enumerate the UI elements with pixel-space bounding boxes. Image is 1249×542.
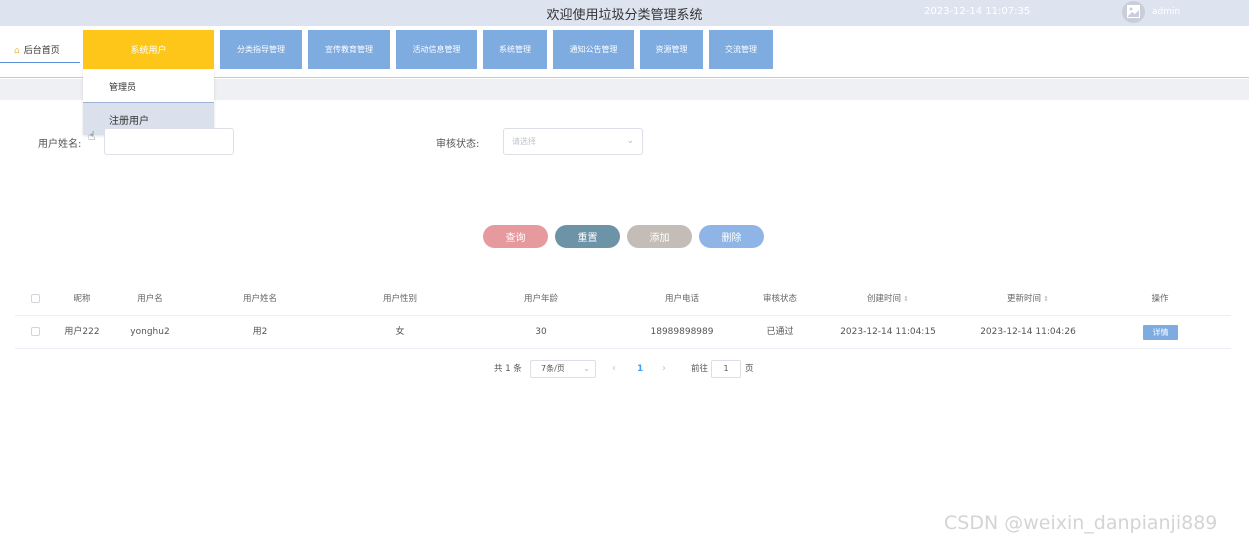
system-users-dropdown: 管理员 注册用户: [83, 70, 214, 135]
username-label[interactable]: admin: [1152, 7, 1180, 17]
cell-updated: 2023-12-14 11:04:26: [980, 327, 1076, 337]
chevron-down-icon: ⌄: [626, 136, 634, 146]
next-page-icon[interactable]: ›: [662, 360, 666, 378]
dropdown-item-admin[interactable]: 管理员: [83, 70, 214, 102]
table-header: 昵称 用户名 用户姓名 用户性别 用户年龄 用户电话 审核状态 创建时间 ⇕ 更新…: [15, 283, 1231, 316]
cell-status: 已通过: [766, 327, 794, 337]
table-row: 用户222 yonghu2 用2 女 30 18989898989 已通过 20…: [15, 316, 1231, 349]
home-tab-label: 后台首页: [23, 46, 60, 56]
menu-resource-management[interactable]: 资源管理: [640, 30, 703, 69]
cell-created: 2023-12-14 11:04:15: [840, 327, 936, 337]
col-age: 用户年龄: [523, 294, 558, 304]
cell-age: 30: [535, 327, 547, 337]
goto-suffix: 页: [745, 364, 754, 374]
col-updated: 更新时间: [1007, 294, 1042, 304]
col-status: 审核状态: [762, 294, 797, 304]
chevron-down-icon: ⌄: [583, 364, 590, 373]
top-header-bar: 欢迎使用垃圾分类管理系统 2023-12-14 11:07:35 admin: [0, 0, 1249, 26]
sort-icon[interactable]: ⇕: [903, 295, 909, 303]
menu-category-guidance[interactable]: 分类指导管理: [220, 30, 302, 69]
cell-nickname: 用户222: [64, 327, 100, 337]
current-datetime: 2023-12-14 11:07:35: [924, 6, 1031, 17]
col-realname: 用户姓名: [242, 294, 277, 304]
menu-system-users[interactable]: 系统用户: [83, 30, 214, 69]
cell-phone: 18989898989: [650, 327, 714, 337]
select-all-checkbox[interactable]: [31, 294, 40, 303]
col-created-sort[interactable]: 创建时间 ⇕: [833, 283, 943, 315]
cell-username: yonghu2: [130, 327, 170, 337]
review-status-label: 审核状态:: [436, 139, 480, 150]
image-icon: [1127, 5, 1140, 18]
menu-activity-info[interactable]: 活动信息管理: [396, 30, 477, 69]
review-status-select[interactable]: 请选择 ⌄: [503, 128, 643, 155]
goto-page-input[interactable]: 1: [711, 360, 741, 378]
user-name-input[interactable]: [104, 128, 234, 155]
query-button[interactable]: 查询: [483, 225, 548, 248]
hand-cursor-icon: ☝: [88, 129, 96, 143]
page-size-select[interactable]: 7条/页 ⌄: [530, 360, 596, 378]
menu-publicity-education[interactable]: 宣传教育管理: [308, 30, 390, 69]
home-icon: ⌂: [14, 46, 20, 56]
goto-prefix: 前往: [691, 364, 709, 374]
review-status-placeholder: 请选择: [512, 137, 536, 146]
cell-gender: 女: [395, 327, 405, 337]
col-action: 操作: [1151, 294, 1169, 304]
sort-icon[interactable]: ⇕: [1043, 295, 1049, 303]
pagination-total: 共 1 条: [494, 364, 522, 374]
col-nickname: 昵称: [73, 294, 91, 304]
detail-button[interactable]: 详情: [1143, 325, 1178, 340]
page-size-value: 7条/页: [541, 364, 565, 373]
home-tab[interactable]: ⌂ 后台首页: [0, 40, 80, 63]
menu-system-management[interactable]: 系统管理: [483, 30, 547, 69]
prev-page-icon[interactable]: ‹: [612, 360, 616, 378]
col-updated-sort[interactable]: 更新时间 ⇕: [973, 283, 1083, 315]
system-title: 欢迎使用垃圾分类管理系统: [546, 8, 703, 23]
reset-button[interactable]: 重置: [555, 225, 620, 248]
row-checkbox[interactable]: [31, 327, 40, 336]
col-gender: 用户性别: [382, 294, 417, 304]
avatar[interactable]: [1122, 1, 1145, 23]
menu-notice-management[interactable]: 通知公告管理: [553, 30, 634, 69]
col-created: 创建时间: [867, 294, 902, 304]
col-phone: 用户电话: [664, 294, 699, 304]
cell-realname: 用2: [252, 327, 268, 337]
delete-button[interactable]: 删除: [699, 225, 764, 248]
menu-communication-management[interactable]: 交流管理: [709, 30, 773, 69]
watermark: CSDN @weixin_danpianji889: [944, 512, 1218, 534]
col-username: 用户名: [137, 294, 163, 304]
current-page-number[interactable]: 1: [637, 360, 643, 378]
user-name-label: 用户姓名:: [38, 139, 82, 150]
add-button[interactable]: 添加: [627, 225, 692, 248]
